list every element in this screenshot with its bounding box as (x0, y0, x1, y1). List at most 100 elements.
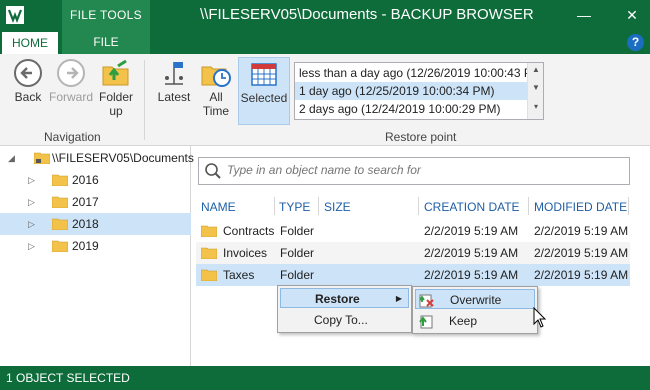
navigation-group-label: Navigation (44, 130, 101, 144)
tree-item-2018[interactable]: ▷ 2018 (0, 213, 191, 235)
copy-to-label: Copy To... (314, 313, 368, 327)
folder-tree: ◢ \\FILESERV05\Documents ▷ 2016 ▷ 2017 ▷… (0, 146, 194, 366)
search-box[interactable] (198, 157, 630, 185)
tree-item-2016[interactable]: ▷ 2016 (0, 169, 191, 191)
column-header-creation-date[interactable]: CREATION DATE (424, 197, 520, 217)
overwrite-icon (419, 294, 434, 308)
ribbon: Back Forward Folder up Navigation Latest (0, 54, 650, 146)
restore-point-item[interactable]: 2 days ago (12/24/2019 10:00:29 PM) (295, 100, 527, 118)
tab-home[interactable]: HOME (2, 32, 58, 54)
table-row[interactable]: Invoices Folder 2/2/2019 5:19 AM 2/2/201… (196, 242, 630, 264)
column-header-name[interactable]: NAME (201, 197, 236, 217)
column-divider[interactable] (318, 197, 319, 215)
row-name: Contracts (223, 224, 275, 238)
expand-icon[interactable]: ▷ (28, 235, 35, 257)
back-label: Back (14, 90, 42, 104)
latest-icon (165, 62, 183, 85)
column-divider[interactable] (418, 197, 419, 215)
submenu-arrow-icon: ▶ (395, 294, 402, 303)
folder-up-button[interactable]: Folder up (96, 58, 136, 118)
all-time-clock-icon (201, 66, 231, 87)
context-menu: Restore ▶ Copy To... (277, 285, 412, 333)
tree-item-label: 2016 (72, 173, 99, 187)
tree-item-label: 2019 (72, 239, 99, 253)
mouse-pointer-icon (533, 307, 547, 328)
submenu-overwrite[interactable]: Overwrite (415, 289, 535, 309)
restore-point-item-selected[interactable]: 1 day ago (12/25/2019 10:00:34 PM) (295, 82, 527, 100)
forward-label: Forward (48, 90, 93, 104)
app-logo-icon (6, 6, 24, 24)
title-bar: FILE TOOLS \\FILESERV05\Documents - BACK… (0, 0, 650, 30)
row-created: 2/2/2019 5:19 AM (424, 246, 519, 260)
forward-button[interactable]: Forward (48, 58, 94, 104)
network-folder-icon (34, 152, 50, 164)
row-created: 2/2/2019 5:19 AM (424, 268, 519, 282)
ribbon-tab-row: HOME FILE (0, 30, 650, 54)
dropdown-expand-icon[interactable]: ▾ (528, 102, 544, 111)
tab-file[interactable]: FILE (62, 30, 150, 54)
file-tools-context-tab: FILE TOOLS (62, 0, 150, 30)
folder-icon (52, 240, 68, 252)
submenu-keep[interactable]: Keep (415, 311, 535, 331)
row-modified: 2/2/2019 5:19 AM (534, 224, 629, 238)
column-divider[interactable] (528, 197, 529, 215)
collapse-icon[interactable]: ◢ (8, 147, 15, 169)
tree-item-label: 2018 (72, 217, 99, 231)
scroll-down-icon[interactable]: ▼ (528, 83, 544, 92)
row-name: Invoices (223, 246, 268, 260)
folder-up-label-line2: up (109, 104, 123, 118)
close-button[interactable]: ✕ (618, 0, 646, 30)
expand-icon[interactable]: ▷ (28, 191, 35, 213)
restore-point-item[interactable]: less than a day ago (12/26/2019 10:00:43… (295, 64, 527, 82)
column-header-modified-date[interactable]: MODIFIED DATE (534, 197, 627, 217)
row-modified: 2/2/2019 5:19 AM (534, 246, 629, 260)
folder-icon (52, 196, 68, 208)
scroll-up-icon[interactable]: ▲ (528, 65, 544, 74)
restore-point-scrollbar[interactable]: ▲ ▼ ▾ (527, 63, 543, 119)
search-icon (205, 163, 221, 179)
search-input[interactable] (227, 163, 617, 177)
row-type: Folder (280, 246, 315, 260)
overwrite-label: Overwrite (450, 293, 502, 307)
row-name: Taxes (223, 268, 255, 282)
back-arrow-icon (14, 59, 42, 87)
all-time-label-line1: All (209, 90, 223, 104)
forward-arrow-icon (57, 59, 85, 87)
back-button[interactable]: Back (10, 58, 46, 104)
all-time-button[interactable]: All Time (198, 58, 234, 118)
column-header-size[interactable]: SIZE (324, 197, 351, 217)
minimize-button[interactable]: — (570, 0, 598, 30)
tree-item-2017[interactable]: ▷ 2017 (0, 191, 191, 213)
all-time-label-line2: Time (202, 104, 230, 118)
keep-icon (419, 315, 433, 329)
status-bar: 1 OBJECT SELECTED (0, 366, 650, 390)
ribbon-separator (144, 60, 145, 140)
folder-icon (52, 174, 68, 186)
folder-icon (52, 218, 68, 230)
row-modified: 2/2/2019 5:19 AM (534, 268, 629, 282)
row-type: Folder (280, 268, 315, 282)
restore-point-list[interactable]: less than a day ago (12/26/2019 10:00:43… (294, 62, 544, 120)
folder-up-icon (102, 59, 129, 86)
latest-button[interactable]: Latest (154, 58, 194, 104)
table-row[interactable]: Contracts Folder 2/2/2019 5:19 AM 2/2/20… (196, 220, 630, 242)
tree-root-label: \\FILESERV05\Documents (52, 151, 194, 165)
context-menu-restore[interactable]: Restore ▶ (280, 288, 409, 308)
folder-icon (201, 225, 217, 237)
selected-label: Selected (240, 91, 288, 105)
expand-icon[interactable]: ▷ (28, 213, 35, 235)
latest-label: Latest (157, 90, 191, 104)
help-button[interactable]: ? (627, 34, 644, 51)
expand-icon[interactable]: ▷ (28, 169, 35, 191)
context-menu-copy-to[interactable]: Copy To... (280, 310, 409, 330)
column-divider[interactable] (274, 197, 275, 215)
tree-root[interactable]: ◢ \\FILESERV05\Documents (0, 147, 194, 169)
folder-up-label-line1: Folder (98, 90, 133, 104)
tree-item-2019[interactable]: ▷ 2019 (0, 235, 191, 257)
column-divider[interactable] (628, 197, 629, 215)
calendar-icon (251, 63, 277, 86)
selected-button[interactable]: Selected (238, 57, 290, 125)
column-header-type[interactable]: TYPE (279, 197, 310, 217)
table-row-selected[interactable]: Taxes Folder 2/2/2019 5:19 AM 2/2/2019 5… (196, 264, 630, 286)
restore-point-group-label: Restore point (385, 130, 457, 144)
